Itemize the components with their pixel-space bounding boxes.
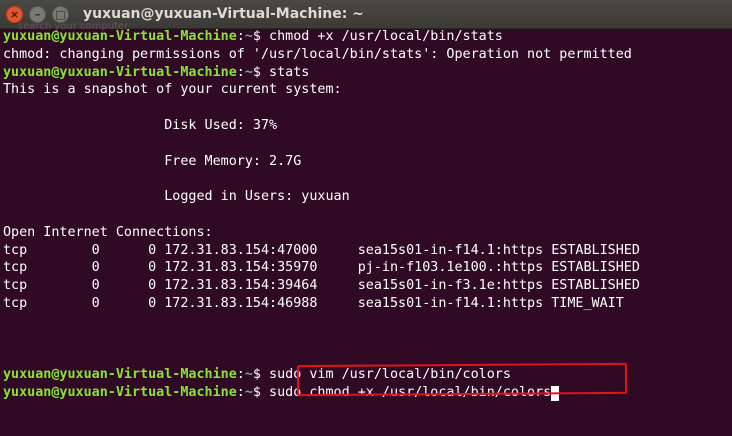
prompt-line: yuxuan@yuxuan-Virtual-Machine: ~ $ chmod +…: [3, 28, 732, 46]
prompt-symbol: $: [252, 384, 270, 400]
prompt-line: yuxuan@yuxuan-Virtual-Machine: ~ $ stats: [3, 64, 732, 82]
maximize-icon: □: [55, 7, 66, 21]
red-highlight-annotation: [296, 362, 628, 397]
prompt-path: ~: [244, 367, 253, 383]
prompt-symbol: $: [252, 64, 270, 80]
output-text: tcp 0 0 172.31.83.154:39464 sea15s01-in-…: [3, 278, 640, 294]
prompt-symbol: $: [252, 29, 270, 44]
command-text: chmod +x /usr/local/bin/stats: [269, 29, 503, 44]
prompt-separator: :: [236, 384, 245, 400]
minimize-button[interactable]: –: [29, 5, 46, 23]
prompt-user-host: yuxuan@yuxuan-Virtual-Machine: [3, 29, 237, 44]
prompt-separator: :: [236, 367, 245, 383]
output-text: chmod: changing permissions of '/usr/loc…: [3, 46, 632, 62]
output-line: Logged in Users: yuxuan: [3, 188, 732, 206]
output-line: tcp 0 0 172.31.83.154:39464 sea15s01-in-…: [3, 277, 732, 295]
prompt-path: ~: [244, 29, 253, 44]
maximize-button[interactable]: □: [52, 5, 69, 23]
output-line: tcp 0 0 172.31.83.154:46988 sea15s01-in-…: [3, 295, 732, 313]
output-line: tcp 0 0 172.31.83.154:47000 sea15s01-in-…: [3, 242, 732, 260]
prompt-separator: :: [236, 29, 245, 44]
output-line: Open Internet Connections:: [3, 224, 732, 242]
output-line: Disk Used: 37%: [3, 117, 732, 135]
prompt-path: ~: [244, 64, 253, 80]
output-line: This is a snapshot of your current syste…: [3, 81, 732, 99]
prompt-separator: :: [236, 64, 245, 80]
output-text: tcp 0 0 172.31.83.154:46988 sea15s01-in-…: [3, 295, 624, 311]
output-line: Free Memory: 2.7G: [3, 153, 732, 171]
prompt-user-host: yuxuan@yuxuan-Virtual-Machine: [3, 367, 237, 383]
prompt-path: ~: [244, 384, 253, 400]
window-controls: × – □: [6, 5, 69, 23]
window-title: yuxuan@yuxuan-Virtual-Machine: ~: [83, 6, 364, 22]
prompt-symbol: $: [252, 367, 270, 383]
close-icon: ×: [9, 7, 20, 21]
prompt-user-host: yuxuan@yuxuan-Virtual-Machine: [3, 64, 237, 80]
output-text: Free Memory: 2.7G: [3, 153, 302, 169]
output-text: Open Internet Connections:: [3, 224, 213, 240]
prompt-user-host: yuxuan@yuxuan-Virtual-Machine: [3, 384, 237, 400]
output-text: tcp 0 0 172.31.83.154:35970 pj-in-f103.1…: [3, 260, 640, 276]
output-text: This is a snapshot of your current syste…: [3, 82, 342, 98]
terminal-window: × – □ yuxuan@yuxuan-Virtual-Machine: ~ s…: [0, 0, 732, 436]
output-text: Logged in Users: yuxuan: [3, 189, 350, 205]
command-text: stats: [269, 64, 310, 80]
output-text: tcp 0 0 172.31.83.154:47000 sea15s01-in-…: [3, 242, 640, 258]
output-line: tcp 0 0 172.31.83.154:35970 pj-in-f103.1…: [3, 259, 732, 277]
close-button[interactable]: ×: [6, 5, 23, 23]
minimize-icon: –: [34, 7, 41, 21]
output-line: chmod: changing permissions of '/usr/loc…: [3, 46, 732, 64]
output-text: Disk Used: 37%: [3, 117, 278, 133]
